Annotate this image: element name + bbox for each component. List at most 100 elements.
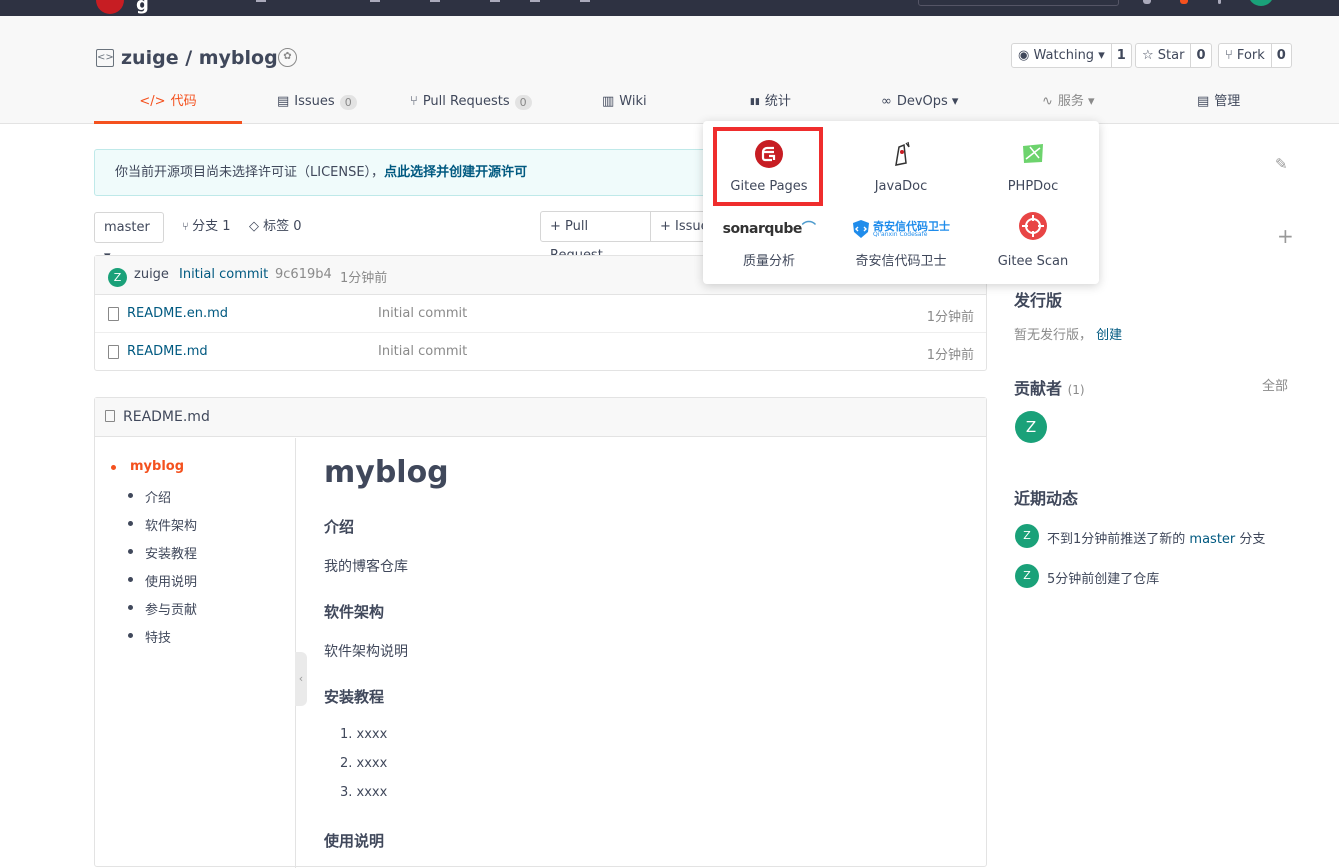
toc-item[interactable]: 安装教程 — [127, 543, 197, 562]
new-pull-request-button[interactable]: + Pull Request — [540, 211, 651, 263]
readme-filename: README.md — [123, 409, 210, 425]
tab-label: 代码 — [170, 94, 197, 109]
tab-manage[interactable]: ▤ 管理 — [1197, 88, 1240, 124]
user-avatar[interactable] — [1248, 0, 1274, 6]
tab-stats[interactable]: ▮▮ 统计 — [750, 88, 791, 124]
phpdoc-icon — [1023, 144, 1043, 163]
activity-title: 近期动态 — [1014, 489, 1079, 508]
contributor-avatar[interactable]: Z — [1015, 411, 1047, 443]
tab-devops[interactable]: ∞ DevOps ▾ — [881, 88, 958, 124]
tab-wiki[interactable]: ▥ Wiki — [602, 88, 647, 124]
tab-services[interactable]: ∿ 服务 ▾ — [1042, 88, 1095, 124]
quality-analysis-item[interactable]: sonarqube⌒ 质量分析 — [714, 214, 824, 269]
readme-heading: 介绍 — [324, 518, 355, 536]
nav-item[interactable] — [256, 0, 266, 2]
create-release-link[interactable]: 创建 — [1096, 328, 1122, 343]
file-row[interactable]: README.md Initial commit 1分钟前 — [95, 333, 986, 371]
all-contributors-link[interactable]: 全部 — [1262, 375, 1288, 394]
plus-icon[interactable] — [1180, 0, 1188, 4]
nav-item[interactable] — [490, 0, 500, 2]
issues-icon: ▤ — [277, 94, 290, 109]
tag-icon: ◇ — [249, 219, 264, 234]
tab-code[interactable]: </> 代码 — [94, 88, 242, 124]
phpdoc-item[interactable]: PHPDoc — [978, 139, 1088, 194]
readme-heading: 软件架构 — [324, 603, 385, 621]
search-input[interactable] — [918, 0, 1119, 6]
gitee-scan-icon — [1019, 212, 1047, 240]
toc-item[interactable]: 介绍 — [127, 487, 171, 506]
releases-title: 发行版 — [1014, 291, 1063, 310]
readme-heading: 安装教程 — [324, 688, 385, 706]
watch-label[interactable]: ◉ Watching ▾ — [1012, 44, 1112, 67]
gitee-scan-item[interactable]: Gitee Scan — [978, 211, 1088, 269]
star-count[interactable]: 0 — [1191, 44, 1210, 67]
toc-item[interactable]: 软件架构 — [127, 515, 197, 534]
gitee-logo-icon[interactable] — [96, 0, 124, 14]
list-item: 3. xxxx — [340, 785, 388, 800]
commit-message[interactable]: Initial commit — [179, 267, 268, 282]
toc-item[interactable]: 参与贡献 — [127, 599, 197, 618]
nav-item[interactable] — [580, 0, 590, 2]
file-row[interactable]: README.en.md Initial commit 1分钟前 — [95, 295, 986, 333]
tags-link[interactable]: ◇ 标签 0 — [249, 219, 302, 235]
avatar[interactable]: Z — [1015, 564, 1039, 588]
award-icon[interactable]: ✿ — [278, 48, 297, 67]
qianxin-codesafe-item[interactable]: 奇安信代码卫士 Qi'anxin Codesafe 奇安信代码卫士 — [846, 214, 956, 269]
fork-button[interactable]: ⑂ Fork 0 — [1218, 43, 1292, 68]
file-commit-message[interactable]: Initial commit — [378, 344, 467, 359]
file-icon — [105, 410, 115, 422]
tab-label: Issues — [294, 94, 335, 109]
edit-icon[interactable]: ✎ — [1275, 155, 1288, 173]
create-license-link[interactable]: 点此选择并创建开源许可 — [384, 165, 527, 180]
toc-item[interactable]: 特技 — [127, 627, 171, 646]
nav-item[interactable] — [370, 0, 380, 2]
avatar[interactable]: Z — [108, 268, 127, 287]
sonarqube-icon: sonarqube⌒ — [722, 221, 816, 237]
top-navbar: g — [0, 0, 1339, 16]
watch-count[interactable]: 1 — [1112, 44, 1131, 67]
infinity-icon: ∞ — [881, 94, 892, 109]
notice-text: 你当前开源项目尚未选择许可证（LICENSE）， — [115, 165, 385, 180]
file-time: 1分钟前 — [926, 348, 974, 363]
readme-paragraph: 软件架构说明 — [324, 644, 408, 660]
readme-paragraph: 我的博客仓库 — [324, 559, 408, 575]
toc-item[interactable]: myblog — [110, 459, 184, 474]
logo-text: g — [136, 0, 149, 15]
watch-button[interactable]: ◉ Watching ▾ 1 — [1011, 43, 1132, 68]
commit-author[interactable]: zuige — [134, 267, 169, 282]
license-notice: 你当前开源项目尚未选择许可证（LICENSE），点此选择并创建开源许可 — [94, 149, 744, 196]
tab-label: 统计 — [764, 94, 791, 109]
eye-icon: ◉ — [1018, 48, 1034, 63]
repo-title[interactable]: zuige / myblog — [121, 47, 278, 69]
toc-item[interactable]: 使用说明 — [127, 571, 197, 590]
list-item: 2. xxxx — [340, 756, 388, 771]
tab-issues[interactable]: ▤ Issues 0 — [277, 88, 357, 124]
star-label[interactable]: ☆ Star — [1136, 44, 1192, 67]
fork-label[interactable]: ⑂ Fork — [1219, 44, 1272, 67]
branch-select[interactable]: master ▾ — [94, 212, 164, 264]
add-icon[interactable]: + — [1277, 224, 1294, 248]
tab-label: 服务 ▾ — [1057, 94, 1095, 109]
nav-item[interactable] — [430, 0, 440, 2]
settings-icon: ▤ — [1197, 94, 1210, 109]
branches-link[interactable]: ⑂ 分支 1 — [182, 219, 231, 235]
notification-icon[interactable] — [1143, 0, 1151, 4]
file-commit-message[interactable]: Initial commit — [378, 306, 467, 321]
list-item: 1. xxxx — [340, 727, 388, 742]
commit-hash[interactable]: 9c619b4 — [275, 267, 332, 282]
file-name[interactable]: README.en.md — [127, 306, 228, 321]
avatar[interactable]: Z — [1015, 524, 1039, 548]
tab-label: Pull Requests — [422, 94, 510, 109]
table-of-contents: myblog 介绍 软件架构 安装教程 使用说明 参与贡献 特技 — [95, 438, 296, 868]
javadoc-item[interactable]: JavaDoc — [846, 139, 956, 194]
pull-request-icon: ⑂ — [410, 94, 418, 109]
fork-count[interactable]: 0 — [1272, 44, 1291, 67]
tab-pull-requests[interactable]: ⑂ Pull Requests 0 — [410, 88, 532, 124]
qianxin-icon: 奇安信代码卫士 Qi'anxin Codesafe — [846, 214, 956, 244]
star-button[interactable]: ☆ Star 0 — [1135, 43, 1212, 68]
file-name[interactable]: README.md — [127, 344, 208, 359]
tab-label: Wiki — [619, 94, 647, 109]
collapse-toc-button[interactable]: ‹ — [295, 652, 307, 706]
nav-item[interactable] — [530, 0, 540, 2]
branch-link[interactable]: master — [1189, 532, 1235, 547]
